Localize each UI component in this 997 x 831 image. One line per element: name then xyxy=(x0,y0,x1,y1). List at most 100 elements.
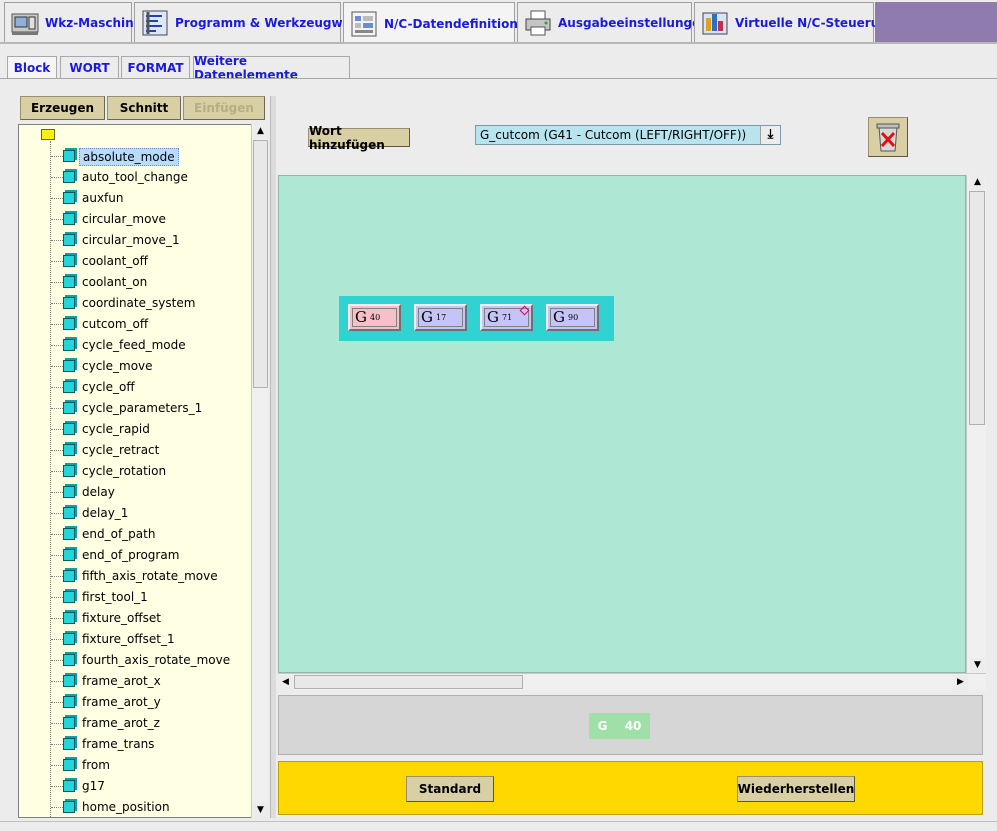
tree-item-label: coolant_off xyxy=(82,254,148,268)
subtab-block[interactable]: Block xyxy=(7,56,57,79)
tree-item-label: home_position xyxy=(82,800,170,814)
tree-item[interactable]: fourth_axis_rotate_move xyxy=(51,650,261,671)
virtual-nc-controller-icon xyxy=(700,8,730,38)
dropdown-arrow-icon[interactable]: ⤓ xyxy=(760,126,780,144)
tree-item[interactable]: cycle_feed_mode xyxy=(51,335,261,356)
tree-item[interactable]: frame_arot_y xyxy=(51,692,261,713)
word-number: 71 xyxy=(502,313,513,322)
paste-button[interactable]: Einfügen xyxy=(183,96,265,120)
word-letter: G xyxy=(487,308,499,326)
block-canvas[interactable]: G 40 G 17 G 71 G 90 xyxy=(278,175,966,673)
tree-item[interactable]: cycle_parameters_1 xyxy=(51,398,261,419)
block-cube-icon xyxy=(63,717,75,729)
scroll-up-icon[interactable]: ▲ xyxy=(253,124,268,139)
tree-item[interactable]: absolute_mode xyxy=(51,146,261,167)
block-word[interactable]: G 90 xyxy=(546,304,599,331)
program-toolpath-icon xyxy=(140,8,170,38)
block-word[interactable]: G 71 xyxy=(480,304,533,331)
scroll-thumb[interactable] xyxy=(253,140,268,388)
tree-item[interactable]: frame_trans xyxy=(51,734,261,755)
folder-icon[interactable] xyxy=(41,129,55,140)
block-cube-icon xyxy=(63,213,75,225)
tree-connector xyxy=(51,177,63,178)
tree-item[interactable]: auxfun xyxy=(51,188,261,209)
scroll-thumb[interactable] xyxy=(294,675,523,689)
tree-item[interactable]: auto_tool_change xyxy=(51,167,261,188)
tab-machine-tool[interactable]: Wkz-Maschine xyxy=(4,2,142,43)
canvas-vertical-scrollbar[interactable]: ▲ ▼ xyxy=(966,175,986,673)
scroll-left-icon[interactable]: ◀ xyxy=(278,675,293,690)
tree-item[interactable]: frame_arot_z xyxy=(51,713,261,734)
tree-connector xyxy=(51,366,63,367)
block-cube-icon xyxy=(63,528,75,540)
block-word[interactable]: G 17 xyxy=(414,304,467,331)
tab-output-settings[interactable]: Ausgabeeinstellungen xyxy=(517,2,709,43)
tree-item[interactable]: coolant_off xyxy=(51,251,261,272)
tab-virtual-nc-controller[interactable]: Virtuelle N/C-Steuerung xyxy=(694,2,896,43)
word-letter: G xyxy=(355,308,367,326)
tree-item[interactable]: end_of_program xyxy=(51,545,261,566)
tree-item[interactable]: end_of_path xyxy=(51,524,261,545)
tab-program-toolpath[interactable]: Programm & Werkzeugweg xyxy=(134,2,359,43)
block-cube-icon xyxy=(63,507,75,519)
block-word-row[interactable]: G 40 G 17 G 71 G 90 xyxy=(339,296,614,341)
preview-chip: G 40 xyxy=(589,713,650,739)
tree-item[interactable]: circular_move xyxy=(51,209,261,230)
word-select-dropdown[interactable]: G_cutcom (G41 - Cutcom (LEFT/RIGHT/OFF))… xyxy=(475,125,781,145)
tree-item[interactable]: cycle_rapid xyxy=(51,419,261,440)
subtab-format[interactable]: FORMAT xyxy=(121,56,190,78)
tree-item-label: end_of_path xyxy=(82,527,156,541)
tree-connector xyxy=(51,450,63,451)
canvas-horizontal-scrollbar[interactable]: ◀ ▶ xyxy=(278,673,986,690)
tree-item[interactable]: fifth_axis_rotate_move xyxy=(51,566,261,587)
tree-item[interactable]: circular_move_1 xyxy=(51,230,261,251)
tree-item[interactable]: g17 xyxy=(51,776,261,797)
tree-connector xyxy=(51,261,63,262)
tree-item[interactable]: fixture_offset_1 xyxy=(51,629,261,650)
word-letter: G xyxy=(553,308,565,326)
tab-bar-filler xyxy=(875,2,997,42)
subtab-other-data-elements[interactable]: Weitere Datenelemente xyxy=(193,54,350,82)
tree-item[interactable]: fixture_offset xyxy=(51,608,261,629)
scroll-down-icon[interactable]: ▼ xyxy=(253,803,268,818)
main-tab-bar: Wkz-Maschine Programm & Werkzeugweg N/C-… xyxy=(0,0,997,44)
restore-button[interactable]: Wiederherstellen xyxy=(737,776,855,802)
block-cube-icon xyxy=(63,612,75,624)
tree-item[interactable]: first_tool_1 xyxy=(51,587,261,608)
tree-item[interactable]: cutcom_off xyxy=(51,314,261,335)
subtab-word[interactable]: WORT xyxy=(60,56,119,78)
pane-splitter[interactable] xyxy=(270,96,276,818)
tree-connector xyxy=(51,303,63,304)
tree-item-label: cycle_off xyxy=(82,380,135,394)
delete-button[interactable] xyxy=(868,117,908,157)
tree-connector xyxy=(51,681,63,682)
tree-item-label: fifth_axis_rotate_move xyxy=(82,569,218,583)
tree-item[interactable]: home_position xyxy=(51,797,261,817)
tree-item-label: auxfun xyxy=(82,191,124,205)
window-bottom-edge xyxy=(0,821,997,831)
tree-item[interactable]: frame_arot_x xyxy=(51,671,261,692)
scroll-thumb[interactable] xyxy=(969,191,985,425)
tree-item[interactable]: delay xyxy=(51,482,261,503)
tree-connector xyxy=(51,240,63,241)
tree-item[interactable]: cycle_rotation xyxy=(51,461,261,482)
tree-item[interactable]: cycle_off xyxy=(51,377,261,398)
tab-nc-data-definitions[interactable]: N/C-Datendefinitionen xyxy=(343,2,535,44)
tree-item-label: fourth_axis_rotate_move xyxy=(82,653,231,667)
standard-button[interactable]: Standard xyxy=(406,776,494,802)
tree-item[interactable]: from xyxy=(51,755,261,776)
tree-scrollbar[interactable]: ▲ ▼ xyxy=(251,124,268,818)
scroll-up-icon[interactable]: ▲ xyxy=(970,175,985,190)
block-word[interactable]: G 40 xyxy=(348,304,401,331)
scroll-right-icon[interactable]: ▶ xyxy=(953,675,968,690)
tree-item[interactable]: coolant_on xyxy=(51,272,261,293)
tree-item-label: auto_tool_change xyxy=(82,170,188,184)
tree-item[interactable]: coordinate_system xyxy=(51,293,261,314)
scroll-down-icon[interactable]: ▼ xyxy=(970,658,985,673)
add-word-button[interactable]: Wort hinzufügen xyxy=(308,124,410,152)
create-button[interactable]: Erzeugen xyxy=(20,96,105,120)
cut-button[interactable]: Schnitt xyxy=(107,96,181,120)
tree-item[interactable]: cycle_move xyxy=(51,356,261,377)
tree-item[interactable]: cycle_retract xyxy=(51,440,261,461)
tree-item[interactable]: delay_1 xyxy=(51,503,261,524)
